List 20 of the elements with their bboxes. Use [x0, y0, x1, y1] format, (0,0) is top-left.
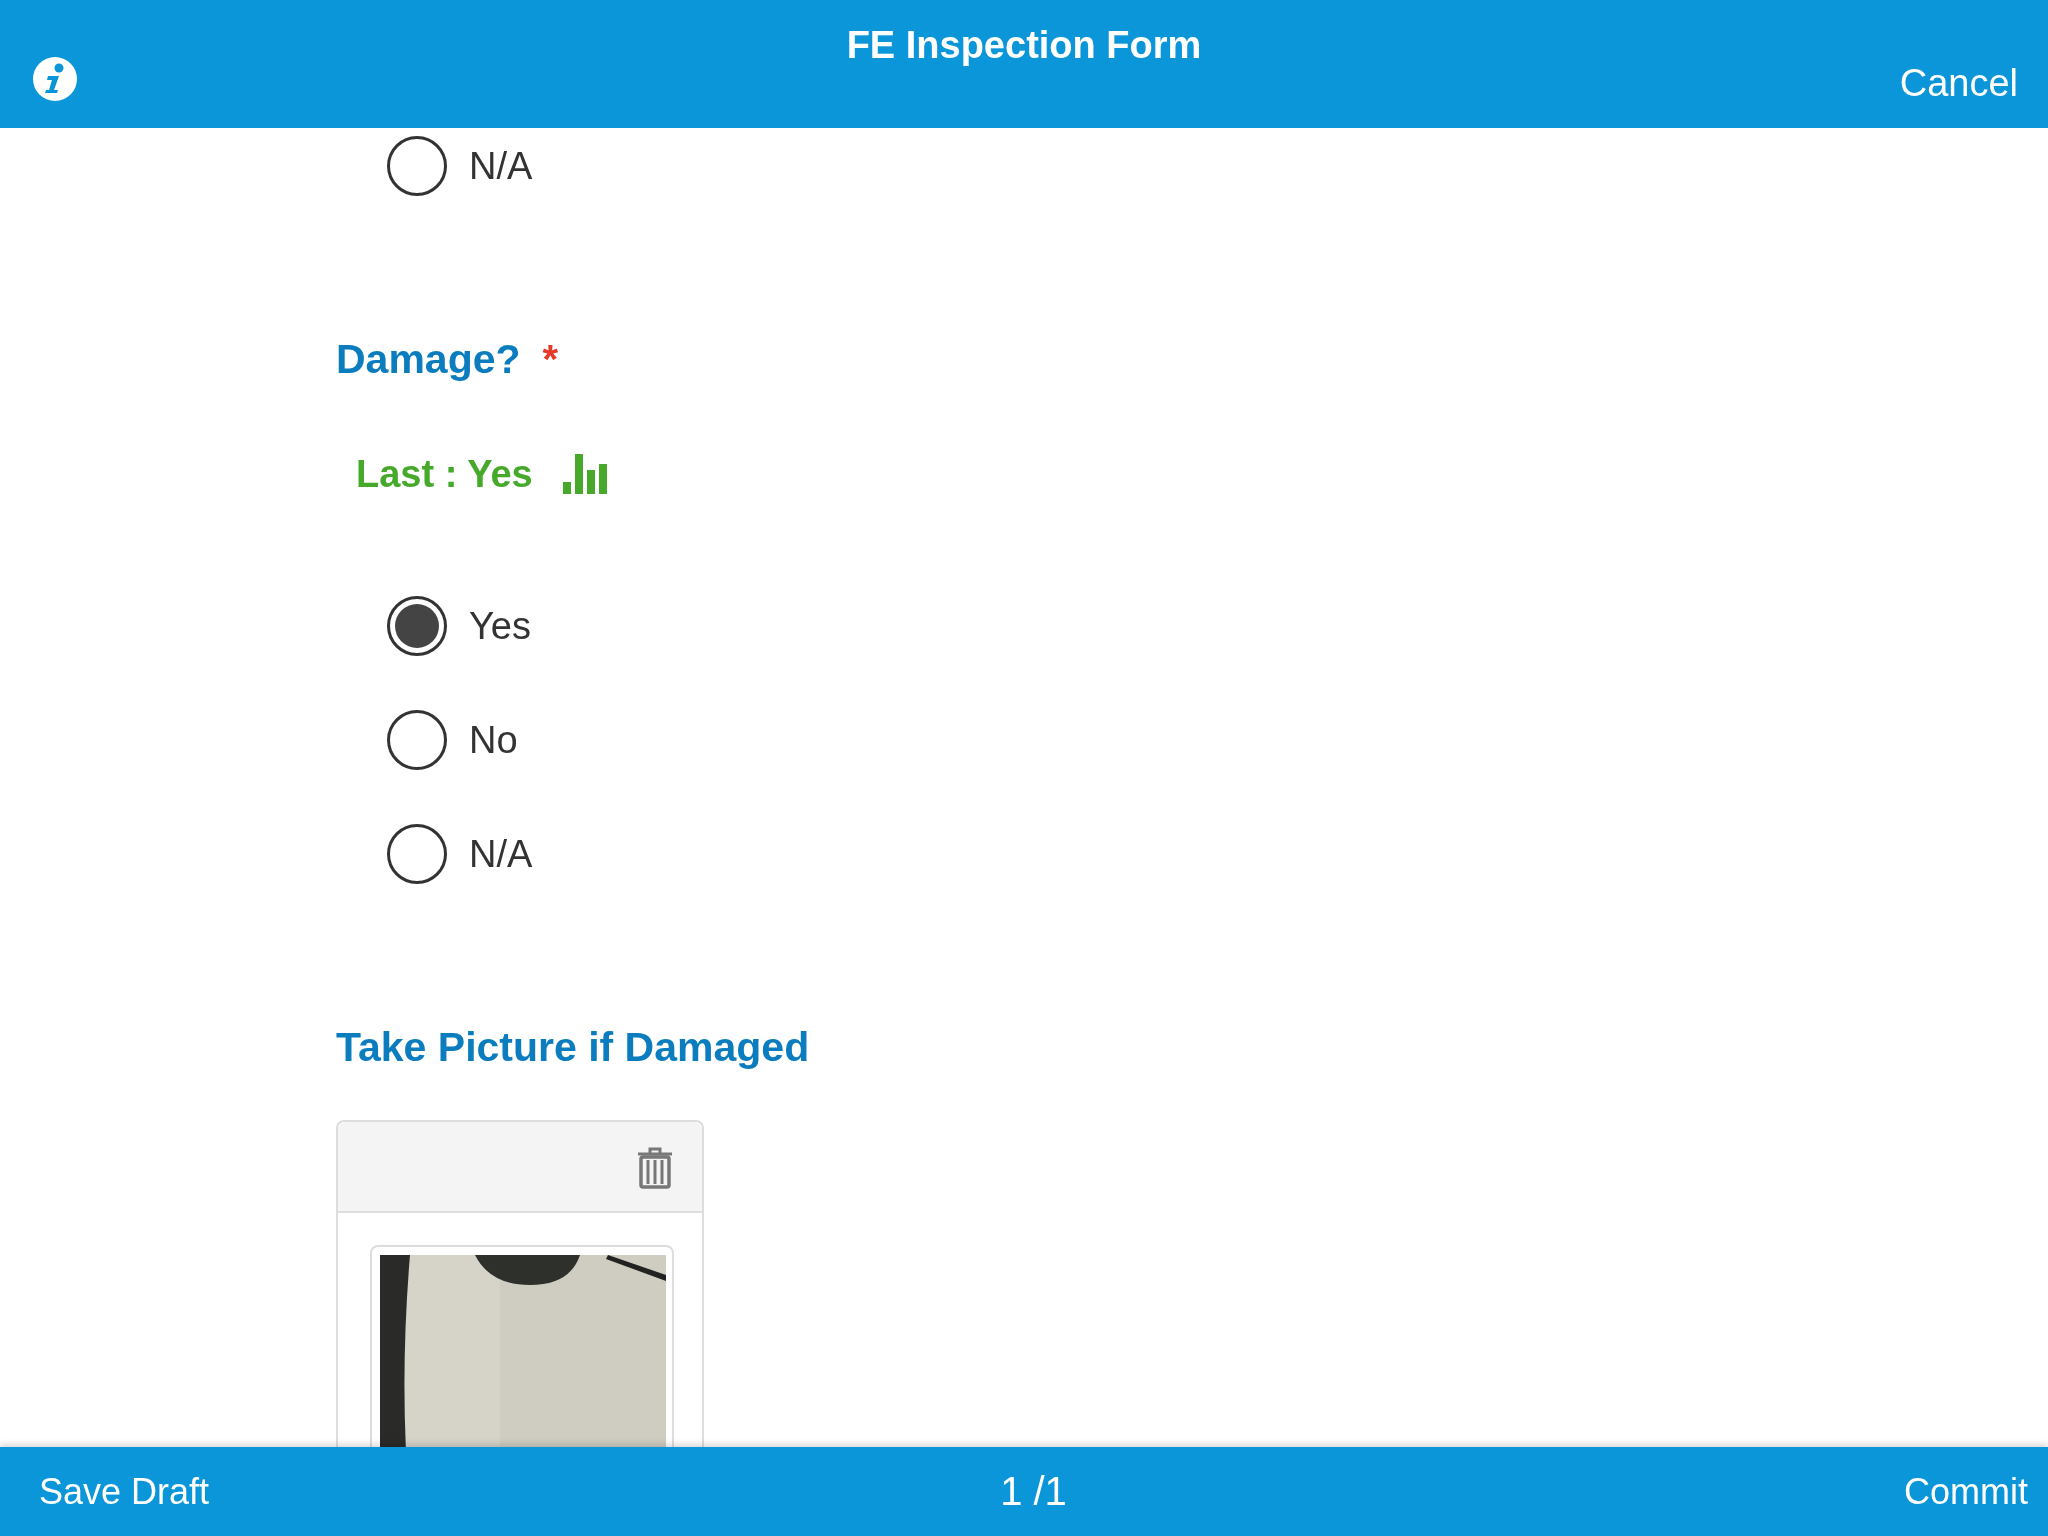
option-label: N/A	[469, 144, 533, 188]
commit-button[interactable]: Commit	[1904, 1470, 2028, 1513]
question-label: Take Picture if Damaged	[336, 1023, 810, 1071]
info-icon	[32, 56, 78, 102]
radio-button[interactable]	[387, 596, 447, 656]
bar-chart-icon[interactable]	[562, 454, 607, 494]
option-label: N/A	[469, 832, 533, 876]
page-indicator: 1 /1	[1000, 1469, 1067, 1514]
save-draft-button[interactable]: Save Draft	[39, 1470, 210, 1513]
required-mark: *	[542, 336, 559, 382]
radio-button[interactable]	[387, 710, 447, 770]
last-answer: Last : Yes	[356, 452, 533, 496]
option-label: Yes	[469, 604, 531, 648]
radio-button[interactable]	[387, 824, 447, 884]
info-button[interactable]	[32, 56, 78, 102]
question-label: Damage?	[336, 335, 521, 383]
option-label: No	[469, 718, 518, 762]
radio-button[interactable]	[387, 136, 447, 196]
cancel-button[interactable]: Cancel	[1899, 62, 2018, 105]
form-title: FE Inspection Form	[846, 24, 1202, 67]
